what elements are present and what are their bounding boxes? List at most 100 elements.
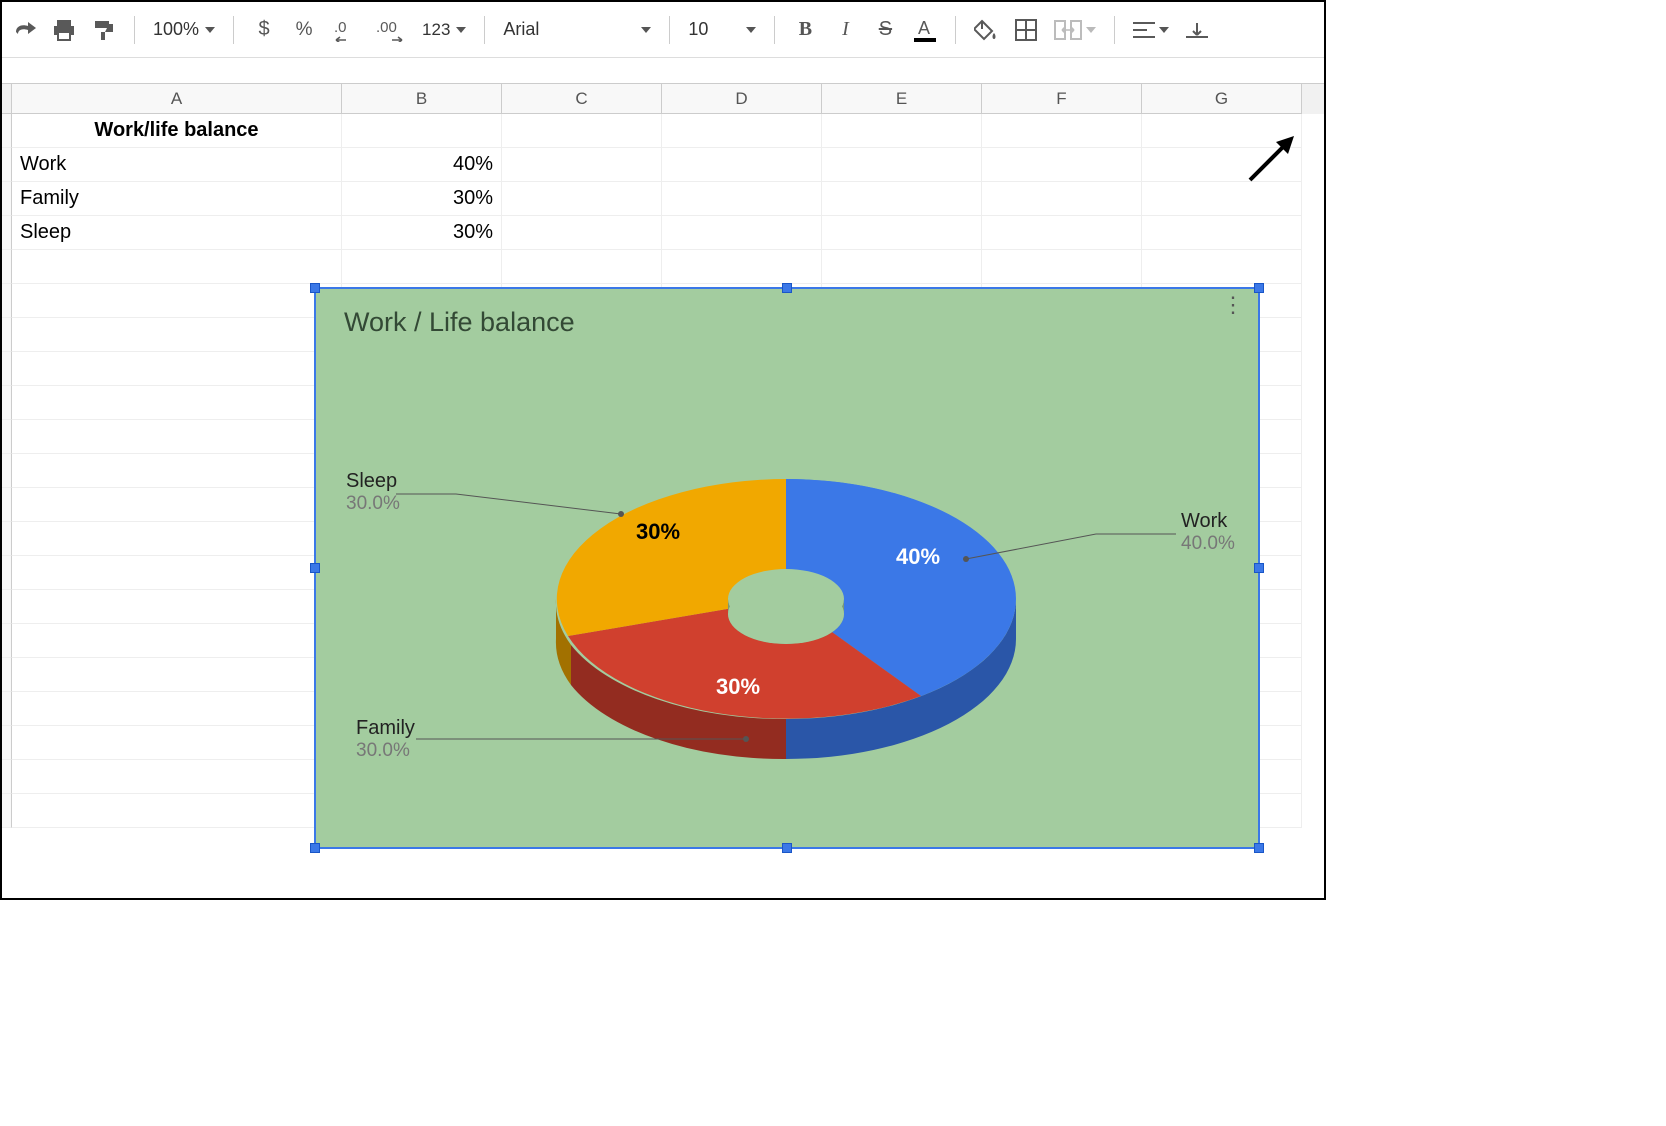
- number-format-dropdown[interactable]: 123: [416, 12, 472, 48]
- cell[interactable]: [822, 216, 982, 250]
- cell[interactable]: [1142, 182, 1302, 216]
- row-header[interactable]: [2, 216, 12, 250]
- cell[interactable]: [12, 420, 342, 454]
- row-header[interactable]: [2, 658, 12, 692]
- cell[interactable]: [502, 216, 662, 250]
- cell[interactable]: [12, 658, 342, 692]
- resize-handle[interactable]: [310, 563, 320, 573]
- zoom-dropdown[interactable]: 100%: [147, 12, 221, 48]
- row-header[interactable]: [2, 794, 12, 828]
- fill-color-button[interactable]: [968, 12, 1004, 48]
- cell[interactable]: [502, 114, 662, 148]
- formula-bar[interactable]: [2, 58, 1324, 84]
- cell[interactable]: [822, 182, 982, 216]
- resize-handle[interactable]: [1254, 283, 1264, 293]
- cell[interactable]: [982, 182, 1142, 216]
- increase-decimal-button[interactable]: .00: [370, 12, 412, 48]
- row-header[interactable]: [2, 454, 12, 488]
- row-header[interactable]: [2, 318, 12, 352]
- text-color-button[interactable]: A: [907, 12, 943, 48]
- cell[interactable]: [662, 114, 822, 148]
- decrease-decimal-button[interactable]: .0: [326, 12, 366, 48]
- cell[interactable]: [662, 216, 822, 250]
- borders-button[interactable]: [1008, 12, 1044, 48]
- cell[interactable]: [502, 148, 662, 182]
- row-header[interactable]: [2, 250, 12, 284]
- chart-menu-icon[interactable]: ⋮: [1222, 301, 1244, 309]
- cell[interactable]: [1142, 216, 1302, 250]
- font-family-dropdown[interactable]: Arial: [497, 12, 657, 48]
- currency-button[interactable]: $: [246, 12, 282, 48]
- row-header[interactable]: [2, 114, 12, 148]
- cell[interactable]: [822, 148, 982, 182]
- row-header[interactable]: [2, 692, 12, 726]
- merge-cells-button[interactable]: [1048, 12, 1102, 48]
- row-header[interactable]: [2, 726, 12, 760]
- row-header[interactable]: [2, 352, 12, 386]
- resize-handle[interactable]: [1254, 563, 1264, 573]
- cell[interactable]: [12, 318, 342, 352]
- font-size-dropdown[interactable]: 10: [682, 12, 762, 48]
- cell[interactable]: [822, 250, 982, 284]
- redo-button[interactable]: [6, 12, 42, 48]
- cell-a4[interactable]: Sleep: [12, 216, 342, 250]
- cell[interactable]: [12, 488, 342, 522]
- cell[interactable]: [1142, 114, 1302, 148]
- resize-handle[interactable]: [782, 843, 792, 853]
- column-header[interactable]: F: [982, 84, 1142, 114]
- column-header[interactable]: E: [822, 84, 982, 114]
- resize-handle[interactable]: [310, 843, 320, 853]
- cell[interactable]: [982, 216, 1142, 250]
- cell[interactable]: [12, 284, 342, 318]
- column-header[interactable]: B: [342, 84, 502, 114]
- print-button[interactable]: [46, 12, 82, 48]
- cell[interactable]: [12, 590, 342, 624]
- resize-handle[interactable]: [782, 283, 792, 293]
- column-header[interactable]: C: [502, 84, 662, 114]
- bold-button[interactable]: B: [787, 12, 823, 48]
- row-header[interactable]: [2, 420, 12, 454]
- cell[interactable]: [12, 624, 342, 658]
- row-header[interactable]: [2, 386, 12, 420]
- resize-handle[interactable]: [310, 283, 320, 293]
- cell[interactable]: [12, 352, 342, 386]
- cell[interactable]: [662, 250, 822, 284]
- cell[interactable]: [1142, 250, 1302, 284]
- cell-a2[interactable]: Work: [12, 148, 342, 182]
- cell[interactable]: [1142, 148, 1302, 182]
- column-header[interactable]: D: [662, 84, 822, 114]
- cell[interactable]: [502, 250, 662, 284]
- row-header[interactable]: [2, 182, 12, 216]
- vertical-align-button[interactable]: [1179, 12, 1215, 48]
- cell[interactable]: [982, 250, 1142, 284]
- cell[interactable]: [12, 250, 342, 284]
- row-header[interactable]: [2, 522, 12, 556]
- cell[interactable]: [12, 556, 342, 590]
- column-header[interactable]: A: [12, 84, 342, 114]
- cell-b2[interactable]: 40%: [342, 148, 502, 182]
- embedded-chart[interactable]: Work / Life balance ⋮ 40: [314, 287, 1260, 849]
- cell[interactable]: [662, 182, 822, 216]
- cell-a1[interactable]: Work/life balance: [12, 114, 342, 148]
- percent-button[interactable]: %: [286, 12, 322, 48]
- italic-button[interactable]: I: [827, 12, 863, 48]
- cell[interactable]: [12, 726, 342, 760]
- cell[interactable]: [12, 692, 342, 726]
- cell[interactable]: [12, 760, 342, 794]
- row-header[interactable]: [2, 284, 12, 318]
- cell[interactable]: [342, 250, 502, 284]
- cell[interactable]: [12, 386, 342, 420]
- cell[interactable]: [822, 114, 982, 148]
- column-header[interactable]: G: [1142, 84, 1302, 114]
- row-header[interactable]: [2, 590, 12, 624]
- strikethrough-button[interactable]: S: [867, 12, 903, 48]
- cell[interactable]: [12, 522, 342, 556]
- cell-b3[interactable]: 30%: [342, 182, 502, 216]
- row-header[interactable]: [2, 148, 12, 182]
- resize-handle[interactable]: [1254, 843, 1264, 853]
- row-header[interactable]: [2, 760, 12, 794]
- cell-a3[interactable]: Family: [12, 182, 342, 216]
- cell-b4[interactable]: 30%: [342, 216, 502, 250]
- cell[interactable]: [12, 454, 342, 488]
- row-header[interactable]: [2, 624, 12, 658]
